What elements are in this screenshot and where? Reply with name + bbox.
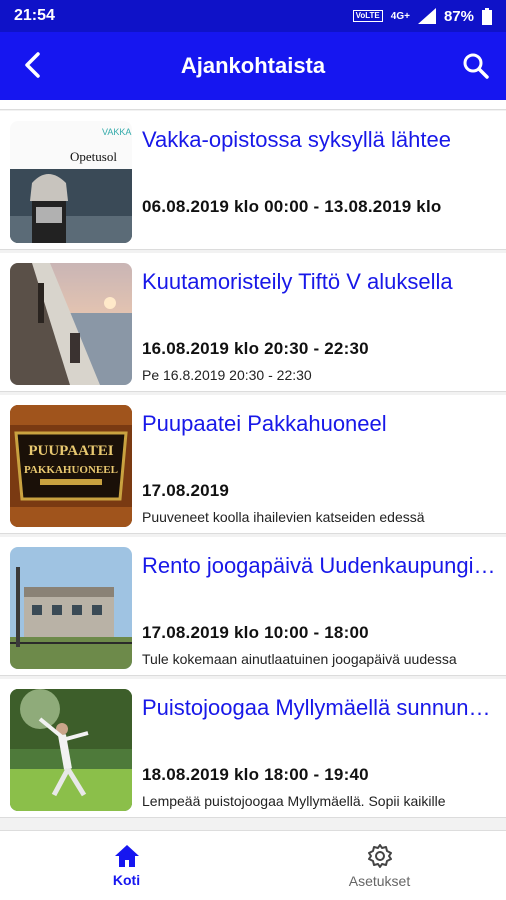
status-time: 21:54 xyxy=(14,7,55,24)
news-title[interactable]: Puupaatei Pakkahuoneel xyxy=(142,411,496,437)
nav-settings[interactable]: Asetukset xyxy=(253,831,506,900)
news-thumbnail: VAKKA Opetusol xyxy=(10,121,132,243)
list-item[interactable]: PUUPAATEI PAKKAHUONEEL Puupaatei Pakkahu… xyxy=(0,395,506,534)
search-icon[interactable] xyxy=(462,52,490,80)
volte-icon: VoLTE xyxy=(352,10,383,22)
list-item[interactable]: Kuutamoristeily Tiftö V aluksella 16.08.… xyxy=(0,253,506,392)
news-title[interactable]: Vakka-opistossa syksyllä lähtee xyxy=(142,127,496,153)
news-date: 17.08.2019 klo 10:00 - 18:00 xyxy=(142,623,369,642)
news-description: Lempeää puistojoogaa Myllymäellä. Sopii … xyxy=(142,793,446,809)
news-thumbnail xyxy=(10,263,132,385)
status-bar: 21:54 VoLTE 4G+ 87% xyxy=(0,0,506,32)
list-item[interactable]: Rento joogapäivä Uudenkaupungissa 17.08.… xyxy=(0,537,506,676)
news-thumbnail: PUUPAATEI PAKKAHUONEEL xyxy=(10,405,132,527)
thumb-brand-text: VAKKA xyxy=(102,127,131,137)
news-date: 18.08.2019 klo 18:00 - 19:40 xyxy=(142,765,369,784)
list-item-partial xyxy=(0,100,506,110)
gear-icon xyxy=(367,843,392,868)
news-date: 17.08.2019 xyxy=(142,481,230,500)
list-item[interactable]: Puistojoogaa Myllymäellä sunnuntaina 18.… xyxy=(0,679,506,818)
news-description: Puuveneet koolla ihailevien katseiden ed… xyxy=(142,509,425,525)
nav-home-label: Koti xyxy=(112,871,141,888)
news-list[interactable]: VAKKA Opetusol Vakka-opistossa syksyllä … xyxy=(0,100,506,830)
news-thumbnail xyxy=(10,689,132,811)
news-date: 06.08.2019 klo 00:00 - 13.08.2019 klo xyxy=(142,197,442,216)
battery-icon xyxy=(482,7,492,25)
news-title[interactable]: Kuutamoristeily Tiftö V aluksella xyxy=(142,269,496,295)
news-description: Pe 16.8.2019 20:30 - 22:30 xyxy=(142,367,312,383)
battery-percent: 87% xyxy=(443,7,474,25)
thumb-sign-line2: PAKKAHUONEEL xyxy=(24,464,118,476)
app-bar: Ajankohtaista xyxy=(0,32,506,100)
news-title[interactable]: Rento joogapäivä Uudenkaupungissa xyxy=(142,553,496,579)
bottom-navigation: Koti Asetukset xyxy=(0,830,506,900)
news-thumbnail xyxy=(10,547,132,669)
home-icon xyxy=(114,844,139,867)
network-type: 4G+ xyxy=(390,10,410,22)
news-title[interactable]: Puistojoogaa Myllymäellä sunnuntaina xyxy=(142,695,496,721)
thumb-sign-line1: PUUPAATEI xyxy=(28,443,113,459)
back-arrow-icon[interactable] xyxy=(18,50,48,80)
news-description: Tule kokemaan ainutlaatuinen joogapäivä … xyxy=(142,651,457,667)
thumb-sub-text: Opetusol xyxy=(70,149,117,164)
nav-settings-label: Asetukset xyxy=(348,872,411,889)
list-item[interactable]: VAKKA Opetusol Vakka-opistossa syksyllä … xyxy=(0,111,506,250)
signal-icon xyxy=(417,8,436,24)
page-title: Ajankohtaista xyxy=(180,53,326,78)
news-date: 16.08.2019 klo 20:30 - 22:30 xyxy=(142,339,369,358)
nav-home[interactable]: Koti xyxy=(0,831,253,900)
